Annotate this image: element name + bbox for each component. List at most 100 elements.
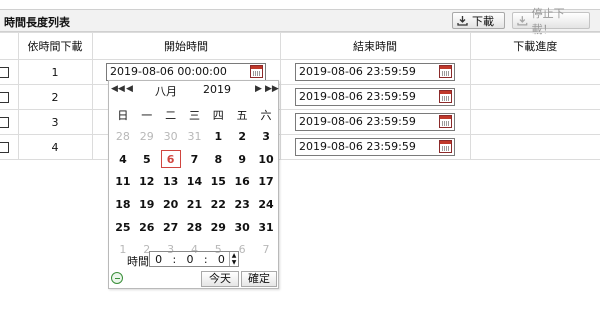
day-cell[interactable]: 21 xyxy=(183,193,207,216)
calendar-icon[interactable] xyxy=(250,65,263,78)
row-checkbox[interactable] xyxy=(0,67,10,78)
row-checkbox[interactable] xyxy=(0,92,10,103)
row-index: 1 xyxy=(17,59,93,85)
day-cell[interactable]: 19 xyxy=(135,193,159,216)
row-index: 3 xyxy=(17,109,93,135)
download-progress xyxy=(469,134,600,160)
panel-title: 時間長度列表 xyxy=(4,16,70,29)
stop-download-button[interactable]: 停止下載！ xyxy=(512,7,590,36)
time-spinner[interactable]: ▲ ▼ xyxy=(229,252,238,266)
year-label[interactable]: 2019 xyxy=(203,83,231,96)
end-time-field[interactable] xyxy=(295,113,455,131)
end-time-input[interactable] xyxy=(296,139,429,154)
day-cell[interactable]: 18 xyxy=(111,193,135,216)
day-cell[interactable]: 7 xyxy=(183,148,207,171)
select-column-header xyxy=(0,32,19,60)
row-index: 2 xyxy=(17,84,93,110)
day-cell[interactable]: 17 xyxy=(254,170,278,193)
day-cell-other-month[interactable]: 30 xyxy=(159,125,183,148)
column-header: 結束時間 xyxy=(279,32,471,60)
date-picker-footer: 今天 確定 xyxy=(109,271,278,287)
date-picker-popup: ◀◀ ◀ 八月 2019 ▶ ▶▶ 日 一 二 三 四 五 六 28 29 30… xyxy=(108,80,279,289)
day-cell[interactable]: 10 xyxy=(254,148,278,171)
time-hour[interactable]: 0 xyxy=(155,253,162,266)
calendar-icon[interactable] xyxy=(439,140,452,153)
day-cell[interactable]: 14 xyxy=(183,170,207,193)
month-label[interactable]: 八月 xyxy=(155,83,177,99)
end-time-field[interactable] xyxy=(295,63,455,81)
day-cell[interactable]: 23 xyxy=(230,193,254,216)
day-cell-other-month[interactable]: 29 xyxy=(135,125,159,148)
row-checkbox[interactable] xyxy=(0,142,10,153)
day-cell[interactable]: 4 xyxy=(111,148,135,171)
day-cell[interactable]: 1 xyxy=(206,125,230,148)
table-row: 4 xyxy=(0,134,600,160)
time-second[interactable]: 0 xyxy=(218,253,225,266)
table-row: 1 xyxy=(0,59,600,85)
time-separator: : xyxy=(172,252,177,266)
day-cell[interactable]: 11 xyxy=(111,170,135,193)
column-header: 下載進度 xyxy=(469,32,600,60)
weekday-label: 五 xyxy=(236,109,248,122)
download-progress xyxy=(469,84,600,110)
day-cell[interactable]: 2 xyxy=(230,125,254,148)
end-time-field[interactable] xyxy=(295,138,455,156)
next-month-icon[interactable]: ▶ xyxy=(255,84,262,98)
weekday-row: 日 一 二 三 四 五 六 xyxy=(111,105,278,125)
calendar-week: 18 19 20 21 22 23 24 xyxy=(111,193,278,216)
confirm-button[interactable]: 確定 xyxy=(241,271,277,287)
start-time-input[interactable] xyxy=(107,64,240,79)
calendar-icon[interactable] xyxy=(439,90,452,103)
calendar-week: 28 29 30 31 1 2 3 xyxy=(111,125,278,148)
day-cell[interactable]: 13 xyxy=(159,170,183,193)
day-cell[interactable]: 15 xyxy=(206,170,230,193)
day-cell[interactable]: 28 xyxy=(183,216,207,239)
selected-day-label: 6 xyxy=(160,150,181,169)
time-separator: : xyxy=(203,252,208,266)
day-cell[interactable]: 25 xyxy=(111,216,135,239)
calendar-icon[interactable] xyxy=(439,65,452,78)
start-time-field[interactable] xyxy=(106,63,266,81)
row-checkbox[interactable] xyxy=(0,117,10,128)
time-range-table: 依時間下載 開始時間 結束時間 下載進度 1 2019-08-06 00:00:… xyxy=(0,32,600,160)
clear-icon[interactable] xyxy=(111,272,123,284)
row-index: 4 xyxy=(17,134,93,160)
time-minute[interactable]: 0 xyxy=(187,253,194,266)
end-time-input[interactable] xyxy=(296,89,429,104)
day-cell-selected[interactable]: 6 xyxy=(159,148,183,171)
day-cell[interactable]: 24 xyxy=(254,193,278,216)
calendar-week: 4 5 6 7 8 9 10 xyxy=(111,148,278,171)
day-cell[interactable]: 5 xyxy=(135,148,159,171)
day-cell[interactable]: 26 xyxy=(135,216,159,239)
next-year-icon[interactable]: ▶▶ xyxy=(265,84,279,98)
column-header: 依時間下載 xyxy=(17,32,93,60)
panel-header: 時間長度列表 下載 停止下載！ xyxy=(0,7,600,36)
download-button-label: 下載 xyxy=(472,14,494,28)
table-header-row: 依時間下載 開始時間 結束時間 下載進度 xyxy=(0,32,600,60)
previous-year-icon[interactable]: ◀◀ xyxy=(111,84,125,98)
day-cell-other-month[interactable]: 31 xyxy=(183,125,207,148)
previous-month-icon[interactable]: ◀ xyxy=(126,84,133,98)
day-cell[interactable]: 30 xyxy=(230,216,254,239)
day-cell[interactable]: 12 xyxy=(135,170,159,193)
day-cell[interactable]: 8 xyxy=(206,148,230,171)
download-progress xyxy=(469,59,600,85)
end-time-input[interactable] xyxy=(296,114,429,129)
day-cell[interactable]: 27 xyxy=(159,216,183,239)
day-cell[interactable]: 29 xyxy=(206,216,230,239)
day-cell-other-month[interactable]: 28 xyxy=(111,125,135,148)
table-row: 3 xyxy=(0,109,600,135)
time-input[interactable]: 0 : 0 : 0 ▲ ▼ xyxy=(149,251,239,267)
calendar-icon[interactable] xyxy=(439,115,452,128)
day-cell[interactable]: 20 xyxy=(159,193,183,216)
day-cell[interactable]: 9 xyxy=(230,148,254,171)
today-button[interactable]: 今天 xyxy=(201,271,239,287)
end-time-field[interactable] xyxy=(295,88,455,106)
day-cell[interactable]: 22 xyxy=(206,193,230,216)
download-button[interactable]: 下載 xyxy=(452,12,505,29)
table-row: 2 xyxy=(0,84,600,110)
day-cell[interactable]: 16 xyxy=(230,170,254,193)
day-cell[interactable]: 3 xyxy=(254,125,278,148)
day-cell[interactable]: 31 xyxy=(254,216,278,239)
end-time-input[interactable] xyxy=(296,64,429,79)
